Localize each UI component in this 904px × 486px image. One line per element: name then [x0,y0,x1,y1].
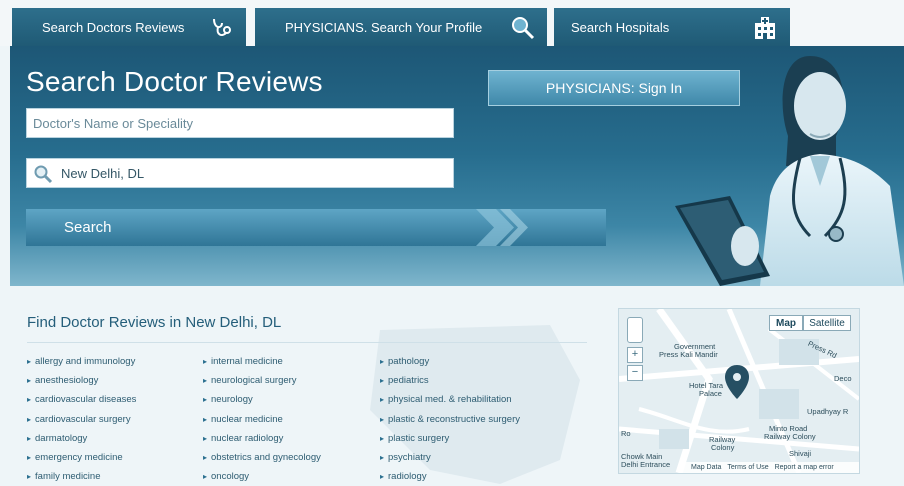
specialty-link[interactable]: oncology [203,467,321,486]
top-tab-bar: Search Doctors Reviews PHYSICIANS. Searc… [0,0,904,46]
chevron-right-icon [476,209,528,246]
tab-label: Search Doctors Reviews [42,19,185,35]
location-map[interactable]: + − Map Satellite Government Press Kali … [618,308,860,474]
specialty-link[interactable]: nuclear medicine [203,410,321,429]
tab-label: Search Hospitals [571,19,670,35]
find-reviews-title: Find Doctor Reviews in New Delhi, DL [27,314,282,331]
location-input[interactable]: New Delhi, DL [26,158,454,188]
specialty-column-3: pathology pediatrics physical med. & reh… [380,352,520,486]
specialty-link[interactable]: neurology [203,390,321,409]
map-type-satellite-button[interactable]: Satellite [803,315,851,331]
specialty-link[interactable]: internal medicine [203,352,321,371]
zoom-out-icon[interactable]: − [627,365,643,381]
stethoscope-icon [213,18,231,36]
specialty-column-1: allergy and immunology anesthesiology ca… [27,352,136,486]
location-value: New Delhi, DL [61,165,145,181]
specialty-link[interactable]: plastic & reconstructive surgery [380,410,520,429]
search-button[interactable]: Search [26,209,606,246]
specialty-link[interactable]: allergy and immunology [27,352,136,371]
specialty-link[interactable]: nuclear radiology [203,429,321,448]
map-label: Upadhyay R [807,407,849,416]
map-label: Shivaji [789,449,812,458]
magnifier-icon [512,17,535,40]
specialty-column-2: internal medicine neurological surgery n… [203,352,321,486]
tab-search-hospitals[interactable]: Search Hospitals [554,8,790,46]
specialty-link[interactable]: anesthesiology [27,371,136,390]
terms-link[interactable]: Terms of Use [727,464,768,471]
specialty-link[interactable]: plastic surgery [380,429,520,448]
doctor-name-input[interactable]: Doctor's Name or Speciality [26,108,454,138]
search-button-label: Search [64,219,112,236]
specialty-link[interactable]: darmatology [27,429,136,448]
specialty-link[interactable]: cardiovascular diseases [27,390,136,409]
map-label: Palace [699,389,722,398]
map-type-map-button[interactable]: Map [769,315,803,331]
report-map-error-link[interactable]: Report a map error [775,464,834,471]
doctor-name-placeholder: Doctor's Name or Speciality [33,115,193,131]
map-label: Colony [711,443,735,452]
tab-physicians-profile[interactable]: PHYSICIANS. Search Your Profile [255,8,547,46]
map-data-link[interactable]: Map Data [691,464,721,471]
map-label: Railway Colony [764,432,816,441]
specialty-link[interactable]: neurological surgery [203,371,321,390]
map-footer: Map Data Terms of Use Report a map error [679,462,859,473]
street-view-pegman-icon[interactable] [627,317,643,343]
zoom-in-icon[interactable]: + [627,347,643,363]
tab-search-doctors[interactable]: Search Doctors Reviews [12,8,246,46]
hero-panel: Search Doctor Reviews Doctor's Name or S… [10,46,904,286]
map-label: Ro [621,429,631,438]
doctor-photo [675,56,904,286]
specialty-link[interactable]: pediatrics [380,371,520,390]
specialty-link[interactable]: family medicine [27,467,136,486]
map-label: Deco [834,374,852,383]
search-icon [34,165,53,184]
divider [27,342,587,343]
page-title: Search Doctor Reviews [26,66,323,97]
specialty-link[interactable]: radiology [380,467,520,486]
find-reviews-section: Find Doctor Reviews in New Delhi, DL all… [10,290,904,484]
map-label: Press Kali Mandir [659,350,718,359]
specialty-link[interactable]: pathology [380,352,520,371]
specialty-link[interactable]: psychiatry [380,448,520,467]
map-label: Delhi Entrance [621,460,671,469]
hospital-icon [755,17,775,39]
specialty-link[interactable]: physical med. & rehabilitation [380,390,520,409]
specialty-link[interactable]: cardiovascular surgery [27,410,136,429]
specialty-link[interactable]: emergency medicine [27,448,136,467]
tab-label: PHYSICIANS. Search Your Profile [285,19,483,35]
map-streets [619,309,859,473]
specialty-link[interactable]: obstetrics and gynecology [203,448,321,467]
